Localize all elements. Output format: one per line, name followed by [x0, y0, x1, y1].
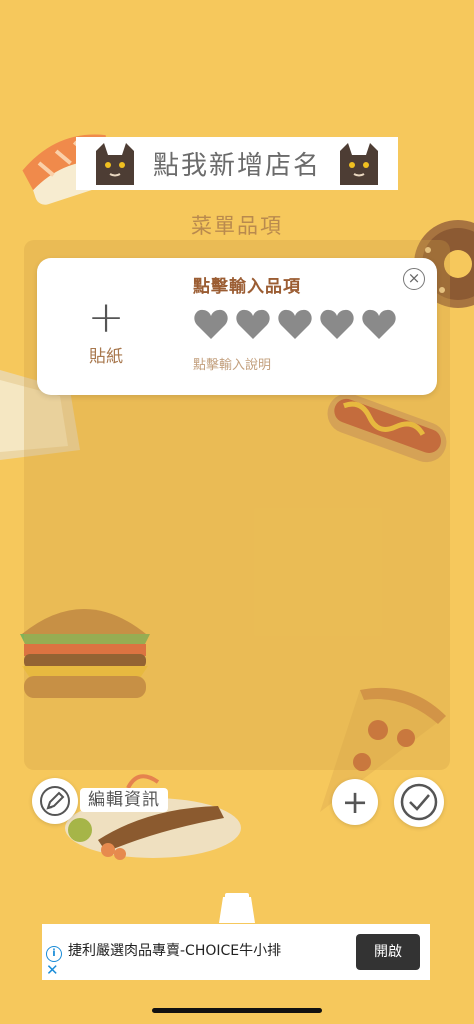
cup-icon [219, 893, 255, 923]
heart-icon[interactable] [235, 308, 271, 340]
heart-icon[interactable] [361, 308, 397, 340]
plus-icon: + [341, 783, 369, 821]
heart-icon[interactable] [277, 308, 313, 340]
ad-banner[interactable]: i ✕ 捷利嚴選肉品專賣-CHOICE牛小排 開啟 [42, 924, 430, 980]
plus-icon: + [87, 292, 125, 343]
item-description-input[interactable]: 點擊輸入說明 [193, 354, 271, 373]
close-ad-icon[interactable]: ✕ [46, 962, 59, 978]
cat-icon [340, 143, 378, 185]
info-icon[interactable]: i [46, 946, 62, 962]
add-item-button[interactable]: + [332, 779, 378, 825]
item-name-input[interactable]: 點擊輸入品項 [193, 272, 301, 297]
heart-icon[interactable] [319, 308, 355, 340]
ad-open-button[interactable]: 開啟 [356, 934, 420, 970]
dumpling-plate-illustration [65, 774, 241, 860]
edit-info-label[interactable]: 編輯資訊 [80, 788, 168, 812]
add-sticker-button[interactable]: + 貼紙 [81, 292, 131, 370]
rating-hearts[interactable] [193, 308, 397, 340]
cat-icon [96, 143, 134, 185]
checkmark-icon [400, 783, 438, 821]
home-indicator[interactable] [152, 1008, 322, 1013]
close-item-button[interactable]: × [403, 268, 425, 290]
pencil-icon [40, 786, 70, 816]
sticker-label: 貼紙 [89, 347, 123, 367]
store-name-banner[interactable]: 點我新增店名 [76, 137, 398, 190]
confirm-button[interactable] [394, 777, 444, 827]
heart-icon[interactable] [193, 308, 229, 340]
ad-text[interactable]: 捷利嚴選肉品專賣-CHOICE牛小排 [68, 940, 281, 960]
store-name-placeholder[interactable]: 點我新增店名 [153, 145, 321, 182]
menu-item-card: + 貼紙 點擊輸入品項 點擊輸入說明 × [37, 258, 437, 395]
edit-info-button[interactable] [32, 778, 78, 824]
menu-section-title: 菜單品項 [191, 214, 283, 238]
